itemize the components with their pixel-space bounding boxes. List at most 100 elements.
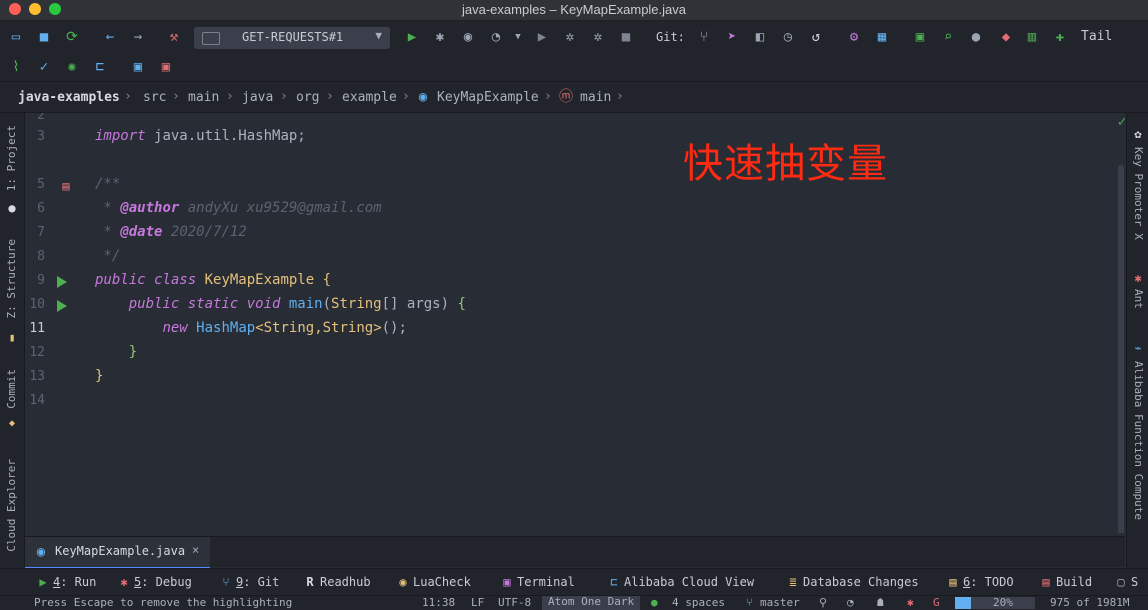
tool-key-promoter[interactable]: Key Promoter X	[1132, 147, 1145, 240]
commit-icon: ◆	[8, 418, 16, 429]
build-hammer-icon[interactable]: ⚒	[165, 28, 183, 46]
breadcrumb: java-examples › src › main › java › org …	[0, 82, 1148, 113]
line-number: 8	[37, 249, 45, 264]
indent-setting[interactable]: 4 spaces	[672, 597, 725, 609]
code-line-3: import java.util.HashMap;	[95, 128, 306, 144]
google-icon[interactable]: G	[933, 597, 940, 609]
run-dashboard-icon[interactable]: ▶	[533, 28, 551, 46]
tail-label[interactable]: Tail	[1081, 29, 1112, 44]
tool-alibaba-function-compute[interactable]: Alibaba Function Compute	[1132, 361, 1145, 520]
bug-icon[interactable]: ✱	[907, 597, 914, 609]
comment-close: */	[103, 248, 121, 264]
git-history-icon[interactable]: ◷	[779, 28, 797, 46]
terminal-icon[interactable]: ▣	[911, 28, 929, 46]
theme-indicator[interactable]: Atom One Dark	[542, 596, 641, 610]
git-compare-icon[interactable]: ◧	[751, 28, 769, 46]
lock-icon[interactable]: ⚲	[819, 597, 827, 609]
breadcrumb-org[interactable]: org	[296, 90, 319, 105]
tool-cloud-explorer[interactable]: Cloud Explorer	[5, 459, 18, 552]
settings-gear-icon[interactable]: ⚙	[845, 28, 863, 46]
translate-alt-icon[interactable]: ▣	[157, 58, 175, 76]
tool-luacheck[interactable]: ◉ LuaCheck	[396, 575, 470, 589]
param-type: String	[331, 296, 382, 312]
project-logo-icon: ●	[8, 201, 16, 215]
inspection-ok-icon[interactable]: ✓	[1113, 113, 1125, 131]
line-separator[interactable]: LF	[471, 597, 484, 609]
breadcrumb-class[interactable]: KeyMapExample	[437, 90, 539, 105]
debug-icon: ✱	[120, 575, 128, 589]
file-encoding[interactable]: UTF-8	[498, 597, 531, 609]
breadcrumb-src[interactable]: src	[143, 90, 166, 105]
search-icon[interactable]: ⌕	[939, 28, 957, 46]
sync-icon[interactable]: ⟳	[63, 28, 81, 46]
chart-icon[interactable]: ⌇	[7, 58, 25, 76]
open-folder-icon[interactable]: ▭	[7, 28, 25, 46]
new-keyword: new	[162, 320, 188, 336]
code-line-8: */	[95, 248, 120, 264]
tool-database-changes[interactable]: ≣ Database Changes	[786, 575, 918, 589]
tool-readhub[interactable]: R Readhub	[303, 575, 370, 589]
zoom-indicator[interactable]: 20%	[955, 597, 1035, 609]
run-config-select[interactable]: GET-REQUESTS#1 ▼	[194, 27, 390, 49]
bug-scan-icon[interactable]: ✺	[63, 58, 81, 76]
debug-icon[interactable]: ✱	[431, 28, 449, 46]
javadoc-book-icon[interactable]: ▤	[57, 177, 75, 195]
breadcrumb-example[interactable]: example	[342, 90, 397, 105]
tool-git[interactable]: ⑂ 9: Git	[219, 575, 279, 589]
git-branch[interactable]: master	[760, 597, 800, 609]
project-structure-icon[interactable]: ▦	[873, 28, 891, 46]
coverage-icon[interactable]: ◉	[459, 28, 477, 46]
check-circle-icon[interactable]: ✓	[35, 58, 53, 76]
profiler-dropdown-icon[interactable]: ▼	[509, 28, 527, 46]
tool-project[interactable]: 1: Project	[5, 125, 18, 191]
code-line-6: * @author andyXu xu9529@gmail.com	[95, 200, 382, 216]
translate-icon[interactable]: ▣	[129, 58, 147, 76]
save-icon[interactable]: ■	[35, 28, 53, 46]
breadcrumb-java[interactable]: java	[242, 90, 273, 105]
tool-todo[interactable]: ▤ 6: TODO	[946, 575, 1013, 589]
tool-ant[interactable]: Ant	[1132, 289, 1145, 309]
tool-terminal[interactable]: ▣ Terminal	[500, 575, 574, 589]
plugin-multicolor-icon[interactable]: ◆	[997, 28, 1015, 46]
chevron-down-icon: ▼	[375, 29, 382, 42]
tab-keymapexample[interactable]: ◉ KeyMapExample.java ×	[25, 537, 210, 569]
tool-debug[interactable]: ✱ 5: Debug	[117, 575, 191, 589]
plugin-grid-icon[interactable]: ▥	[1023, 28, 1041, 46]
editor-scrollbar[interactable]	[1118, 165, 1124, 533]
run-main-gutter-icon[interactable]	[57, 300, 67, 312]
stop-icon[interactable]: ■	[617, 28, 635, 46]
breadcrumb-main[interactable]: main	[188, 90, 219, 105]
run-class-gutter-icon[interactable]	[57, 276, 67, 288]
terminal-icon: ▣	[503, 575, 511, 589]
tool-structure[interactable]: Z: Structure	[5, 239, 18, 318]
debug-config-icon[interactable]: ✲	[589, 28, 607, 46]
tool-alibaba-cloud-view[interactable]: ⊏ Alibaba Cloud View	[607, 575, 754, 589]
import-path: java.util.HashMap;	[154, 128, 306, 144]
breadcrumb-project[interactable]: java-examples	[18, 90, 120, 105]
code-line-7: * @date 2020/7/12	[95, 224, 247, 240]
run-icon[interactable]: ▶	[403, 28, 421, 46]
refresh-icon[interactable]: ◔	[847, 597, 854, 609]
inspector-icon[interactable]: ☗	[877, 597, 884, 609]
back-arrow-icon[interactable]: ←	[101, 28, 119, 46]
git-rollback-icon[interactable]: ↺	[807, 28, 825, 46]
tool-truncated[interactable]: ▢ S	[1114, 575, 1138, 589]
caret-position[interactable]: 11:38	[422, 597, 455, 609]
tool-build[interactable]: ▤ Build	[1039, 575, 1092, 589]
profiler-icon[interactable]: ◔	[487, 28, 505, 46]
memory-indicator[interactable]: 975 of 1981M	[1050, 597, 1129, 609]
breadcrumb-method[interactable]: main	[580, 90, 611, 105]
git-push-icon[interactable]: ➤	[723, 28, 741, 46]
line-number: 14	[29, 393, 45, 408]
close-tab-icon[interactable]: ×	[192, 543, 199, 557]
tool-run[interactable]: ▶ 4: Run	[36, 575, 96, 589]
puzzle-icon[interactable]: ✚	[1051, 28, 1069, 46]
attach-debugger-icon[interactable]: ✲	[561, 28, 579, 46]
code-editor[interactable]: 2 3 5 6 7 8 9 10 11 12 13 14 ▤ import ja…	[25, 113, 1125, 533]
bracket-icon[interactable]: ⊏	[91, 58, 109, 76]
git-update-icon[interactable]: ⑂	[695, 28, 713, 46]
alibaba-icon: ⌁	[1134, 341, 1142, 355]
plugin-circle-icon[interactable]: ●	[967, 28, 985, 46]
forward-arrow-icon[interactable]: →	[129, 28, 147, 46]
tool-commit[interactable]: Commit	[5, 369, 18, 409]
